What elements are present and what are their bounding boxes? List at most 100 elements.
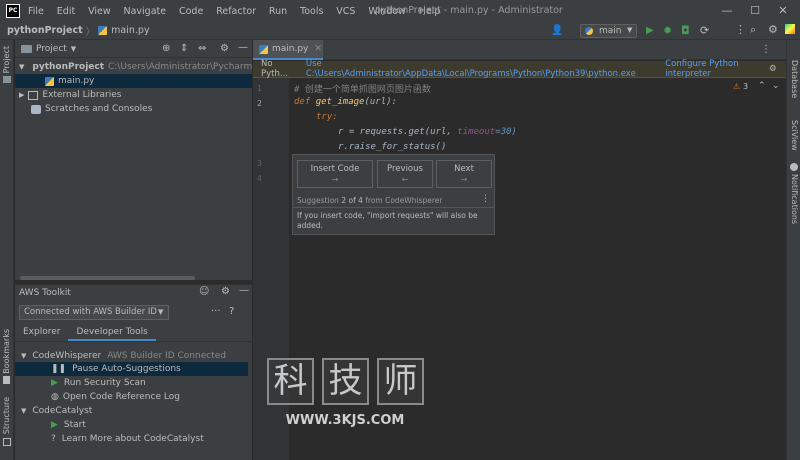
minimize-button[interactable]: — bbox=[713, 3, 741, 19]
tree-item-external-libraries[interactable]: ▶ External Libraries bbox=[15, 88, 252, 102]
more-icon[interactable]: ⋮ bbox=[481, 194, 490, 204]
next-button[interactable]: Next → bbox=[436, 160, 492, 188]
profile-icon[interactable]: ⟳ bbox=[700, 24, 709, 37]
settings-icon[interactable]: ⚙ bbox=[768, 23, 778, 36]
code-line-request[interactable]: r = requests.get(url, timeout=30) bbox=[338, 127, 517, 137]
bookmarks-tool-tab[interactable]: Bookmarks bbox=[2, 329, 11, 374]
import-note: If you insert code, "import requests" wi… bbox=[297, 211, 478, 230]
watermark-char: 科 bbox=[267, 358, 314, 405]
right-tool-stripe: Database SciView Notifications bbox=[786, 40, 800, 460]
python-file-icon bbox=[98, 26, 108, 35]
locate-icon[interactable]: ⊕ bbox=[162, 43, 170, 54]
more-icon[interactable]: ⋮ bbox=[761, 44, 771, 55]
warning-count: 3 bbox=[743, 82, 749, 91]
debug-icon[interactable]: ✹ bbox=[663, 24, 672, 37]
connection-dropdown[interactable]: Connected with AWS Builder ID ▼ bbox=[19, 305, 169, 320]
codecatalyst-node[interactable]: ▼ CodeCatalyst bbox=[21, 404, 92, 418]
search-icon[interactable]: ⌕ bbox=[750, 23, 756, 37]
branch-selector[interactable]: main ▼ bbox=[580, 24, 637, 38]
breadcrumb-file[interactable]: main.py bbox=[111, 25, 149, 36]
chevron-down-icon: ▼ bbox=[19, 63, 25, 71]
aws-toolkit-panel: AWS Toolkit ☺ ⚙ — Connected with AWS Bui… bbox=[15, 284, 252, 460]
use-interpreter-link[interactable]: Use C:\Users\Administrator\AppData\Local… bbox=[306, 59, 651, 79]
tree-item-label: Scratches and Consoles bbox=[45, 104, 153, 114]
codecatalyst-start-item[interactable]: ▶ Start bbox=[51, 418, 86, 432]
project-panel: Project ▼ ⊕ ⇕ ⇔ ⚙ — ▼ pythonProject C:\U… bbox=[15, 40, 252, 280]
chevron-up-icon[interactable]: ⌃ bbox=[758, 81, 766, 91]
codewhisperer-popup: Insert Code → Previous ← Next → Suggesti… bbox=[292, 154, 495, 235]
notifications-tool-tab[interactable]: Notifications bbox=[790, 174, 799, 224]
expand-all-icon[interactable]: ⇕ bbox=[180, 43, 188, 54]
python-file-icon bbox=[259, 44, 268, 54]
insert-code-button[interactable]: Insert Code → bbox=[297, 160, 373, 188]
chevron-down-icon[interactable]: ▼ bbox=[71, 45, 76, 53]
chevron-down-icon[interactable]: ⌄ bbox=[772, 81, 780, 91]
menu-vcs[interactable]: VCS bbox=[336, 6, 355, 17]
project-panel-title[interactable]: Project bbox=[36, 44, 67, 54]
gear-icon[interactable]: ⚙ bbox=[220, 43, 229, 54]
code-line-def[interactable]: def get_image(url): bbox=[294, 97, 397, 107]
code-comment[interactable]: # 创建一个简单抓图网页图片函数 bbox=[294, 82, 431, 95]
tree-item-label: pythonProject bbox=[32, 62, 105, 72]
close-window-button[interactable]: ✕ bbox=[769, 3, 797, 19]
menu-edit[interactable]: Edit bbox=[57, 6, 75, 17]
banner-prefix: No Pyth... bbox=[261, 59, 288, 79]
project-tool-tab[interactable]: Project bbox=[2, 46, 11, 73]
branch-label: main bbox=[599, 26, 622, 36]
menu-navigate[interactable]: Navigate bbox=[123, 6, 166, 17]
hide-icon[interactable]: — bbox=[238, 42, 248, 53]
run-security-scan-item[interactable]: ▶ Run Security Scan bbox=[51, 376, 146, 390]
python-file-icon bbox=[45, 76, 54, 86]
codewhisperer-node[interactable]: ▼ CodeWhisperer AWS Builder ID Connected bbox=[21, 349, 226, 363]
coverage-icon[interactable]: ◘ bbox=[681, 24, 690, 37]
menu-run[interactable]: Run bbox=[269, 6, 287, 17]
open-code-reference-log-item[interactable]: ◍ Open Code Reference Log bbox=[51, 390, 180, 404]
insert-code-label: Insert Code bbox=[310, 164, 360, 174]
menu-file[interactable]: File bbox=[28, 6, 44, 17]
more-icon[interactable]: ⋮ bbox=[735, 23, 746, 36]
user-icon[interactable]: 👤 bbox=[551, 25, 563, 36]
previous-button[interactable]: Previous ← bbox=[377, 160, 433, 188]
configure-interpreter-link[interactable]: Configure Python interpreter bbox=[665, 59, 786, 79]
collapse-all-icon[interactable]: ⇔ bbox=[198, 43, 206, 54]
left-tool-stripe: Project Bookmarks Structure bbox=[0, 40, 14, 460]
menu-code[interactable]: Code bbox=[179, 6, 203, 17]
item-label: Run Security Scan bbox=[63, 378, 146, 388]
help-icon[interactable]: ? bbox=[229, 306, 234, 317]
menu-view[interactable]: View bbox=[88, 6, 111, 17]
breadcrumb-project[interactable]: pythonProject bbox=[7, 25, 83, 36]
line-number: 2 bbox=[257, 99, 262, 108]
project-horizontal-scrollbar[interactable] bbox=[20, 276, 195, 280]
structure-tool-tab[interactable]: Structure bbox=[2, 397, 11, 434]
arrow-left-icon: ← bbox=[401, 175, 409, 184]
menu-tools[interactable]: Tools bbox=[300, 6, 323, 17]
line-number: 4 bbox=[257, 174, 262, 183]
database-tool-tab[interactable]: Database bbox=[790, 60, 799, 98]
chevron-right-icon: ▶ bbox=[19, 91, 25, 99]
gear-icon[interactable]: ⚙ bbox=[769, 64, 777, 74]
code-line-try[interactable]: try: bbox=[316, 112, 338, 122]
connection-label: Connected with AWS Builder ID bbox=[24, 307, 157, 317]
editor-tab-main-py[interactable]: main.py ✕ bbox=[253, 40, 323, 60]
feedback-icon[interactable]: ☺ bbox=[199, 286, 209, 297]
jetbrains-icon[interactable] bbox=[785, 24, 795, 34]
tab-explorer[interactable]: Explorer bbox=[15, 323, 68, 341]
menu-refactor[interactable]: Refactor bbox=[216, 6, 256, 17]
more-icon[interactable]: ··· bbox=[211, 306, 221, 317]
tab-developer-tools[interactable]: Developer Tools bbox=[68, 323, 156, 341]
tree-item-main-py[interactable]: main.py bbox=[15, 74, 252, 88]
learn-more-codecatalyst-item[interactable]: ? Learn More about CodeCatalyst bbox=[51, 432, 204, 446]
tree-item-scratches[interactable]: Scratches and Consoles bbox=[15, 102, 252, 116]
pause-auto-suggestions-item[interactable]: ❚❚ Pause Auto-Suggestions bbox=[15, 362, 248, 376]
warning-icon[interactable]: ⚠ bbox=[733, 82, 740, 91]
code-line-raise[interactable]: r.raise_for_status() bbox=[338, 142, 446, 152]
editor-tab-label: main.py bbox=[272, 44, 309, 54]
close-icon[interactable]: ✕ bbox=[314, 44, 322, 54]
sciview-tool-tab[interactable]: SciView bbox=[790, 120, 799, 151]
run-icon[interactable]: ▶ bbox=[646, 25, 654, 36]
editor-tabs: main.py ✕ ⋮ bbox=[253, 40, 786, 60]
gear-icon[interactable]: ⚙ bbox=[221, 286, 230, 297]
maximize-button[interactable]: ☐ bbox=[741, 3, 769, 19]
tree-item-project[interactable]: ▼ pythonProject C:\Users\Administrator\P… bbox=[15, 60, 252, 74]
hide-icon[interactable]: — bbox=[239, 285, 249, 296]
